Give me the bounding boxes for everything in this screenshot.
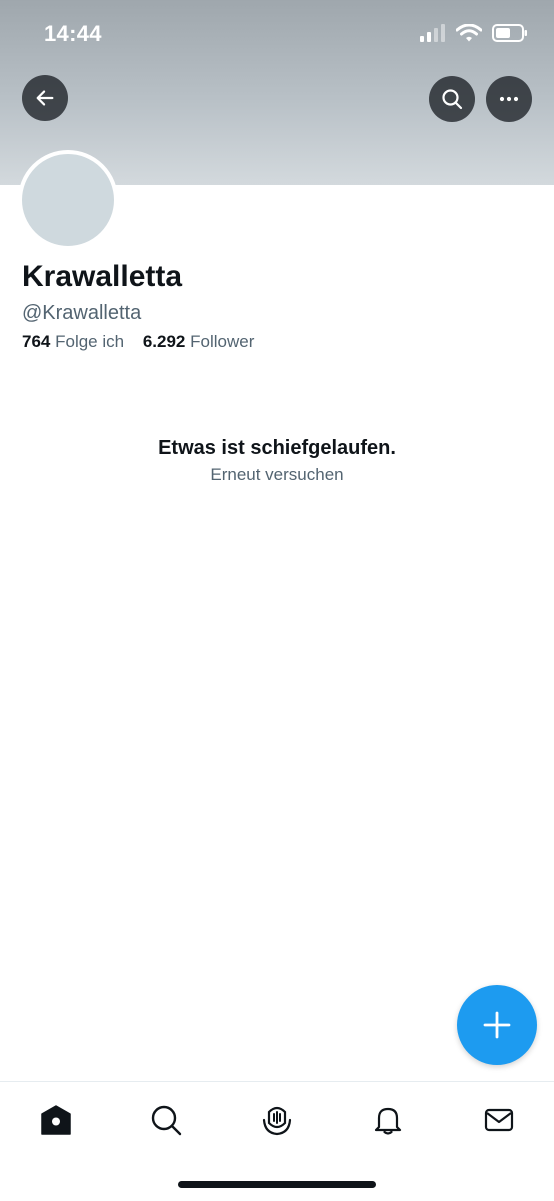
status-icons [420,24,528,42]
tab-spaces[interactable] [257,1100,297,1140]
back-button[interactable] [22,75,68,121]
display-name: Krawalletta [22,260,183,293]
home-indicator [178,1181,376,1188]
status-bar: 14:44 [0,0,554,70]
signal-icon [420,24,445,42]
followers-count: 6.292 [142,332,186,351]
search-button[interactable] [429,76,475,122]
arrow-left-icon [36,90,54,106]
bell-icon [374,1107,402,1135]
tab-search[interactable] [146,1100,186,1140]
tab-home[interactable] [36,1100,76,1140]
tab-notifications[interactable] [368,1100,408,1140]
following-label: Folge ich [55,332,125,351]
spaces-icon [262,1106,292,1136]
status-time: 14:44 [44,21,102,46]
avatar[interactable] [18,150,118,250]
wifi-icon [456,24,482,42]
following-count: 764 [22,332,51,351]
error-message: Etwas ist schiefgelaufen. Erneut versuch… [0,437,554,485]
followers-label: Follower [190,332,255,351]
tab-messages[interactable] [479,1100,519,1140]
more-button[interactable] [486,76,532,122]
followers-link[interactable]: 6.292 Follower [143,332,255,352]
search-icon [442,89,463,110]
search-icon [151,1105,182,1136]
profile-stats: 764 Folge ich 6.292 Follower [22,332,268,352]
user-handle: @Krawalletta [22,302,142,324]
retry-button[interactable]: Erneut versuchen [210,465,343,485]
following-link[interactable]: 764 Folge ich [22,332,124,352]
compose-button[interactable] [457,985,537,1065]
mail-icon [484,1108,514,1132]
more-horizontal-icon [499,96,519,102]
error-title: Etwas ist schiefgelaufen. [158,437,396,459]
home-icon [41,1105,71,1135]
plus-icon [483,1011,511,1039]
battery-icon [492,24,527,42]
